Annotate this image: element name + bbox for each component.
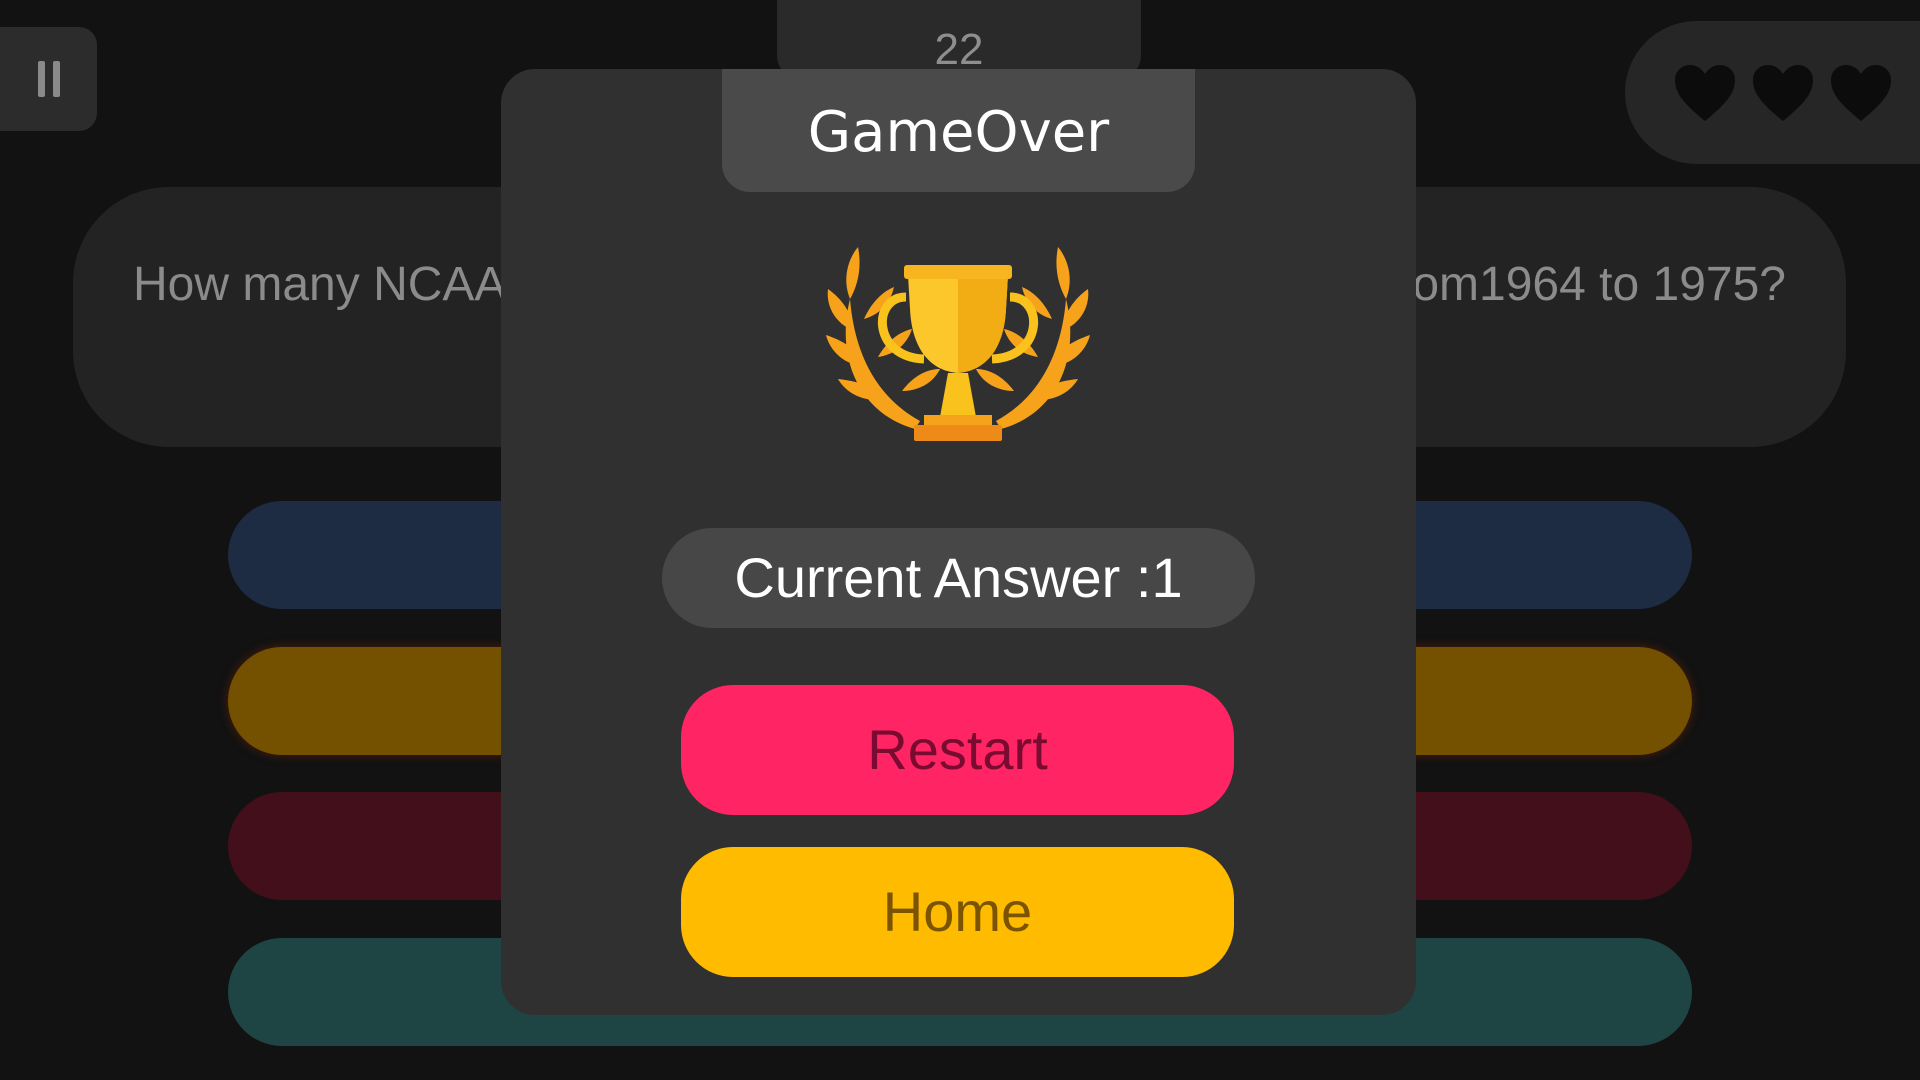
- heart-icon: [1753, 64, 1813, 121]
- heart-icon: [1831, 64, 1891, 121]
- question-text-right: from1964 to 1975?: [1383, 258, 1786, 311]
- restart-button[interactable]: Restart: [681, 685, 1234, 815]
- pause-icon: [37, 61, 45, 97]
- question-text-left: How many NCAA n: [133, 258, 544, 311]
- trophy-icon: [826, 247, 1090, 441]
- pause-button[interactable]: [0, 27, 97, 131]
- current-answer-score: Current Answer :1: [662, 528, 1255, 628]
- game-over-dialog: GameOver Current Answer:1 Restart Home: [501, 69, 1416, 1015]
- heart-icon: [1675, 64, 1735, 121]
- dialog-title: GameOver: [722, 69, 1195, 192]
- lives-panel: [1625, 21, 1920, 164]
- home-button[interactable]: Home: [681, 847, 1234, 977]
- timer: 22: [777, 0, 1141, 78]
